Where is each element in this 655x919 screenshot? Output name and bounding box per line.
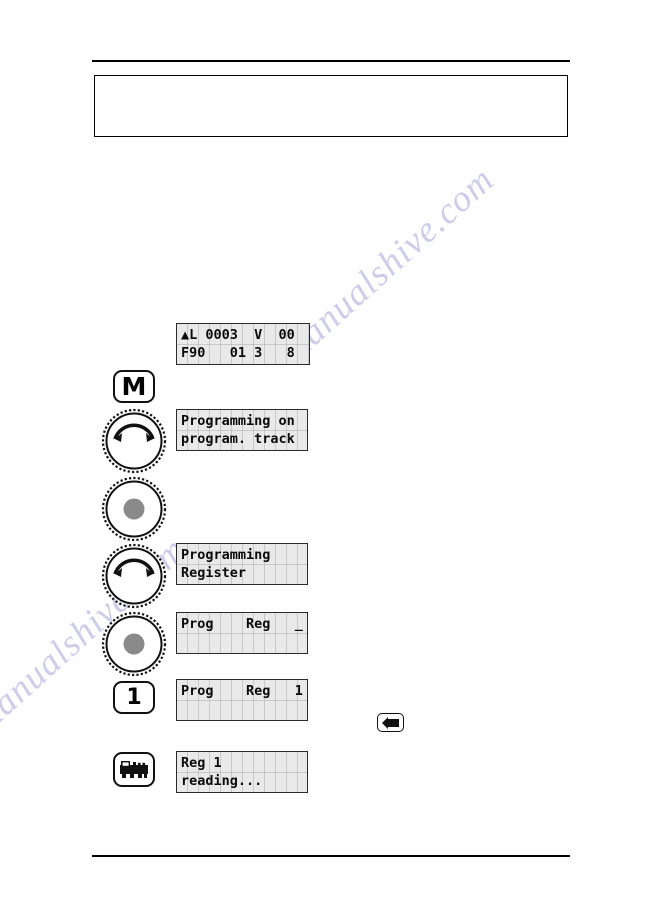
enter-arrow-icon <box>382 716 399 729</box>
lcd-line-2: program. track <box>181 431 295 447</box>
locomotive-icon <box>120 761 148 778</box>
lcd-line-1: ▲L 0003 V 00 <box>181 327 295 343</box>
rotary-knob-turn-icon <box>101 408 167 474</box>
rotary-knob-press-icon <box>101 476 167 542</box>
menu-key-label: M <box>121 372 147 401</box>
manual-page: manualshive.com manualshive.com ▲L 0003 … <box>0 0 655 919</box>
enter-key[interactable] <box>377 713 404 732</box>
rotary-knob-turn-icon <box>101 543 167 609</box>
lcd-line-2: F90 01 3 8 <box>181 345 295 361</box>
digit-1-key[interactable]: 1 <box>113 681 155 714</box>
lcd-line-1: Programming <box>181 547 271 563</box>
menu-key[interactable]: M <box>113 370 155 403</box>
lcd-prog-reg-empty: Prog Reg _ <box>176 612 308 654</box>
rotary-knob-turn[interactable] <box>101 543 167 609</box>
digit-1-key-label: 1 <box>126 684 142 710</box>
lcd-line-1: Prog Reg _ <box>181 616 303 632</box>
lcd-line-2: reading... <box>181 773 263 789</box>
locomotive-key[interactable] <box>113 752 155 787</box>
footer-rule <box>92 855 570 857</box>
rotary-knob-press[interactable] <box>101 476 167 542</box>
lcd-line-2: Register <box>181 565 247 581</box>
rotary-knob-press-icon <box>101 611 167 677</box>
lcd-programming-on-track: Programming on program. track <box>176 409 308 451</box>
lcd-prog-reg-1: Prog Reg 1 <box>176 679 308 721</box>
rotary-knob-turn[interactable] <box>101 408 167 474</box>
lcd-programming-register: Programming Register <box>176 543 308 585</box>
lcd-reg-1-reading: Reg 1 reading... <box>176 751 308 793</box>
lcd-line-1: Reg 1 <box>181 755 222 771</box>
lcd-line-1: Programming on <box>181 413 295 429</box>
lcd-loco-status: ▲L 0003 V 00 F90 01 3 8 <box>176 323 310 365</box>
lcd-line-1: Prog Reg 1 <box>181 683 303 699</box>
rotary-knob-press[interactable] <box>101 611 167 677</box>
programming-sequence: ▲L 0003 V 00 F90 01 3 8 M Programming on… <box>0 0 655 919</box>
